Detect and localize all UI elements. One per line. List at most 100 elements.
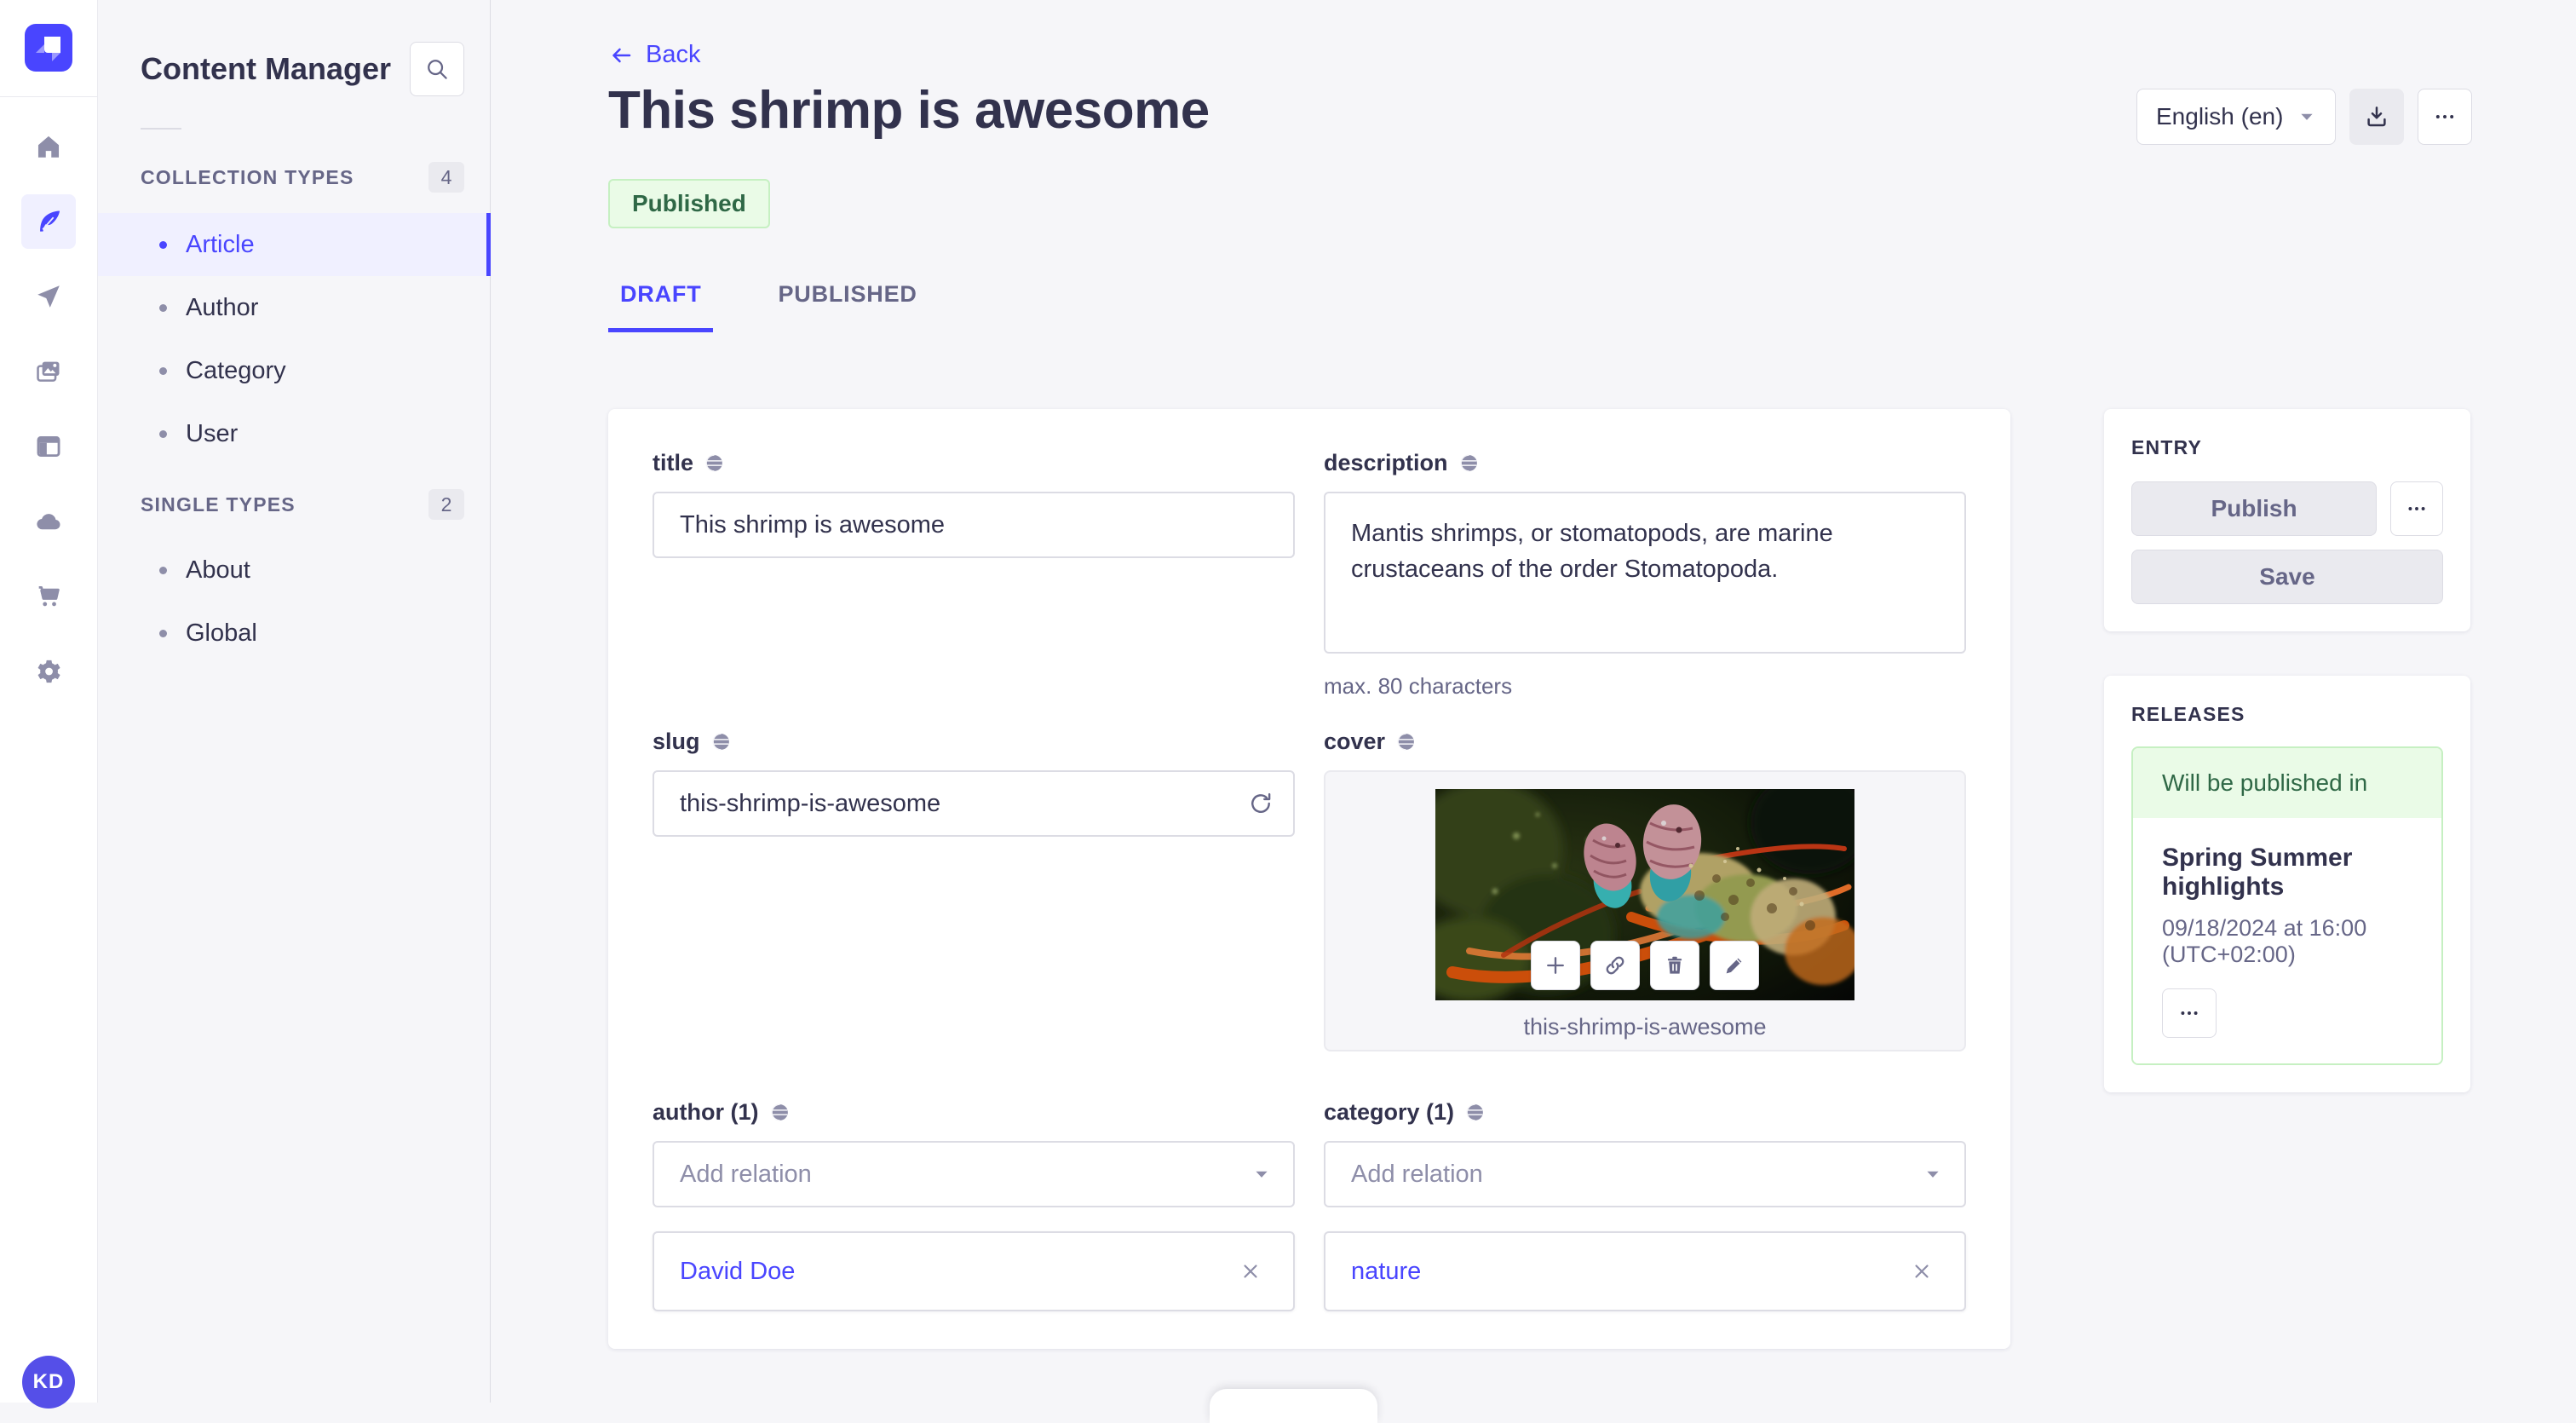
back-link[interactable]: Back — [608, 41, 700, 69]
main-content: Back This shrimp is awesome Published En… — [491, 0, 2576, 1423]
release-more-button[interactable] — [2162, 988, 2217, 1038]
slug-field-label: slug — [653, 729, 700, 754]
status-badge: Published — [608, 179, 770, 228]
sidebar-item-author[interactable]: Author — [98, 276, 491, 339]
bullet-icon — [159, 629, 167, 637]
entry-panel-title: ENTRY — [2131, 436, 2203, 458]
rail-divider — [0, 96, 98, 97]
more-options-button[interactable] — [2418, 89, 2472, 145]
sidebar-item-category[interactable]: Category — [98, 339, 491, 402]
chevron-down-icon — [2297, 107, 2316, 126]
media-library-icon[interactable] — [21, 344, 76, 399]
tab-draft[interactable]: DRAFT — [608, 281, 714, 332]
author-field-label: author (1) — [653, 1099, 759, 1125]
save-button[interactable]: Save — [2131, 550, 2443, 604]
right-panel: ENTRY Publish Save RELEASES Will be publ… — [2104, 409, 2470, 1092]
category-relation-combobox[interactable]: Add relation — [1324, 1141, 1966, 1207]
collapsed-panel-handle[interactable] — [1210, 1389, 1377, 1423]
section-count-badge: 4 — [428, 162, 464, 193]
send-icon[interactable] — [21, 269, 76, 324]
more-dots-icon — [2433, 105, 2457, 129]
strapi-admin: KD Content Manager COLLECTION TYPES 4 Ar… — [0, 0, 2576, 1423]
home-icon[interactable] — [21, 119, 76, 174]
bullet-icon — [159, 429, 167, 438]
edit-asset-button[interactable] — [1710, 941, 1759, 990]
chevron-down-icon — [1923, 1165, 1942, 1184]
releases-panel: RELEASES Will be published in Spring Sum… — [2104, 676, 2470, 1092]
export-button[interactable] — [2349, 89, 2404, 145]
remove-author-icon[interactable] — [1233, 1254, 1268, 1288]
release-date: 09/18/2024 at 16:00 (UTC+02:00) — [2162, 915, 2367, 967]
slug-input[interactable] — [653, 770, 1295, 837]
collection-types-list: Article Author Category User — [98, 213, 491, 465]
description-field-label: description — [1324, 450, 1448, 475]
category-field: category (1) Add relation nature — [1324, 1099, 1966, 1311]
download-icon — [2364, 104, 2389, 130]
cover-caption: this-shrimp-is-awesome — [1523, 1014, 1767, 1040]
link-icon — [1603, 953, 1627, 977]
sidebar-item-article[interactable]: Article — [98, 213, 491, 276]
category-relation-item: nature — [1324, 1231, 1966, 1311]
regenerate-slug-icon[interactable] — [1247, 790, 1274, 817]
bullet-icon — [159, 240, 167, 249]
globe-icon — [704, 452, 725, 474]
language-value: English (en) — [2156, 103, 2284, 130]
title-field-label: title — [653, 450, 694, 475]
sidebar-divider — [141, 128, 181, 130]
bullet-icon — [159, 566, 167, 574]
entry-more-button[interactable] — [2390, 481, 2443, 536]
strapi-logo[interactable] — [25, 24, 72, 72]
author-relation-item: David Doe — [653, 1231, 1295, 1311]
settings-gear-icon[interactable] — [21, 644, 76, 699]
sidebar-item-label: About — [186, 556, 250, 584]
cover-field-label: cover — [1324, 729, 1386, 754]
content-type-builder-icon[interactable] — [21, 419, 76, 474]
chevron-down-icon — [1252, 1165, 1271, 1184]
description-helper: max. 80 characters — [1324, 673, 1513, 699]
tab-published[interactable]: PUBLISHED — [766, 281, 929, 332]
author-relation-link[interactable]: David Doe — [680, 1258, 795, 1286]
sidebar-title: Content Manager — [141, 51, 392, 86]
release-name: Spring Summer highlights — [2162, 844, 2353, 901]
content-manager-icon[interactable] — [21, 194, 76, 249]
avatar[interactable]: KD — [22, 1356, 75, 1409]
back-arrow-icon — [608, 43, 634, 68]
section-label: SINGLE TYPES — [141, 493, 296, 516]
header-actions: English (en) — [2136, 89, 2472, 145]
plus-icon — [1544, 953, 1567, 977]
bullet-icon — [159, 303, 167, 312]
bullet-icon — [159, 366, 167, 375]
sidebar-item-about[interactable]: About — [98, 539, 491, 602]
entry-panel: ENTRY Publish Save — [2104, 409, 2470, 631]
sidebar-item-global[interactable]: Global — [98, 602, 491, 665]
add-asset-button[interactable] — [1531, 941, 1580, 990]
title-field: title — [653, 450, 1295, 700]
collection-types-header: COLLECTION TYPES 4 — [141, 160, 464, 194]
version-tabs: DRAFT PUBLISHED — [608, 281, 929, 332]
cover-asset-box: this-shrimp-is-awesome — [1324, 770, 1966, 1051]
single-types-list: About Global — [98, 539, 491, 665]
title-input[interactable] — [653, 492, 1295, 558]
sidebar-item-label: Global — [186, 619, 257, 647]
sidebar-item-user[interactable]: User — [98, 402, 491, 465]
more-dots-icon — [2178, 1002, 2200, 1024]
publish-button[interactable]: Publish — [2131, 481, 2377, 536]
description-textarea[interactable]: Mantis shrimps, or stomatopods, are mari… — [1324, 492, 1966, 654]
remove-category-icon[interactable] — [1905, 1254, 1939, 1288]
author-relation-combobox[interactable]: Add relation — [653, 1141, 1295, 1207]
category-relation-link[interactable]: nature — [1351, 1258, 1421, 1286]
delete-asset-button[interactable] — [1650, 941, 1699, 990]
cloud-icon[interactable] — [21, 494, 76, 549]
back-label: Back — [646, 41, 701, 68]
release-card: Will be published in Spring Summer highl… — [2131, 746, 2443, 1065]
author-relation-placeholder: Add relation — [680, 1160, 812, 1188]
pencil-icon — [1722, 953, 1746, 977]
sidebar-item-label: Author — [186, 293, 259, 321]
sidebar-item-label: Category — [186, 356, 286, 384]
search-button[interactable] — [410, 42, 464, 96]
globe-icon — [769, 1102, 791, 1123]
language-select[interactable]: English (en) — [2136, 89, 2336, 145]
globe-icon — [710, 731, 732, 752]
copy-link-button[interactable] — [1590, 941, 1640, 990]
marketplace-cart-icon[interactable] — [21, 569, 76, 624]
